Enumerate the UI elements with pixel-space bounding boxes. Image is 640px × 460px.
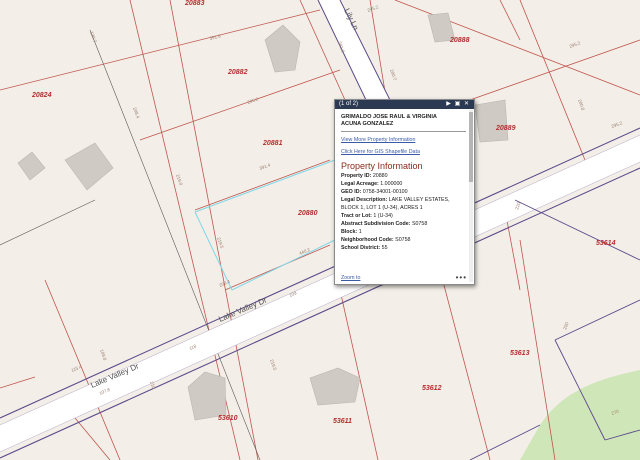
parcel-id-label[interactable]: 20824 (31, 92, 52, 99)
field-row: Neighborhood Code: S0758 (341, 236, 466, 244)
field-label: Neighborhood Code: (341, 237, 394, 243)
close-icon[interactable]: ✕ (463, 101, 470, 108)
owner-name-line2: ACUNA GONZALEZ (341, 121, 394, 127)
parcel-id-label[interactable]: 53610 (218, 415, 238, 422)
parcel-map[interactable]: 20883 20882 20824 20881 20880 20888 2088… (0, 0, 640, 460)
gis-shapefile-link[interactable]: Click Here for GIS Shapefile Data (341, 149, 466, 155)
section-title: Property Information (341, 161, 423, 171)
parcel-id-label[interactable]: 53611 (333, 418, 352, 425)
field-row: Abstract Subdivision Code: S0758 (341, 220, 466, 228)
field-label: Abstract Subdivision Code: (341, 221, 411, 227)
divider (341, 131, 466, 132)
parcel-id-label[interactable]: 20889 (495, 125, 516, 132)
parcel-id-label[interactable]: 20883 (184, 0, 205, 7)
field-value: 1 (U-34) (373, 213, 393, 219)
field-row: Legal Description: LAKE VALLEY ESTATES, … (341, 196, 466, 212)
parcel-id-label[interactable]: 53612 (422, 385, 442, 392)
view-more-link[interactable]: View More Property Information (341, 137, 466, 143)
building (474, 99, 509, 143)
parcel-id-label[interactable]: 20882 (227, 69, 248, 76)
field-value: 0758-34001-00100 (362, 189, 408, 195)
field-value: 1 (358, 229, 362, 235)
field-row: School District: 55 (341, 244, 466, 252)
parcel-id-label[interactable]: 20880 (297, 210, 318, 217)
field-row: Legal Acreage: 1.000000 (341, 180, 466, 188)
field-row: Tract or Lot: 1 (U-34) (341, 212, 466, 220)
field-label: School District: (341, 245, 381, 251)
field-value: 20880 (372, 173, 388, 179)
field-value: S0758 (411, 221, 428, 227)
maximize-icon[interactable]: ▣ (454, 101, 461, 108)
parcel-id-label[interactable]: 53614 (596, 240, 616, 247)
field-label: Block: (341, 229, 358, 235)
popup-body: GRIMALDO JOSE RAUL & VIRGINIA ACUNA GONZ… (341, 114, 466, 284)
field-value: S0758 (395, 237, 411, 243)
field-label: Property ID: (341, 173, 372, 179)
popup-header: (1 of 2) ▶ ▣ ✕ (335, 100, 474, 109)
field-label: Tract or Lot: (341, 213, 372, 219)
field-label: GEO ID: (341, 189, 362, 195)
parcel-id-label[interactable]: 20881 (262, 140, 283, 147)
field-label: Legal Acreage: (341, 181, 379, 187)
property-popup: (1 of 2) ▶ ▣ ✕ GRIMALDO JOSE RAUL & VIRG… (334, 99, 475, 285)
popup-scrollbar[interactable] (469, 110, 473, 282)
field-row: Block: 1 (341, 228, 466, 236)
scrollbar-thumb[interactable] (469, 112, 473, 182)
play-icon[interactable]: ▶ (445, 101, 452, 108)
parcel-id-label[interactable]: 20888 (449, 37, 470, 44)
parcel-id-label[interactable]: 53613 (510, 350, 530, 357)
field-row: Property ID: 20880 (341, 172, 466, 180)
field-value: 55 (381, 245, 388, 251)
more-options-icon[interactable]: ••• (456, 273, 467, 282)
owner-name-line1: GRIMALDO JOSE RAUL & VIRGINIA (341, 114, 437, 120)
field-label: Legal Description: (341, 197, 388, 203)
field-row: GEO ID: 0758-34001-00100 (341, 188, 466, 196)
popup-count: (1 of 2) (339, 101, 359, 107)
field-value: 1.000000 (380, 181, 403, 187)
zoom-to-link[interactable]: Zoom to (341, 275, 360, 281)
